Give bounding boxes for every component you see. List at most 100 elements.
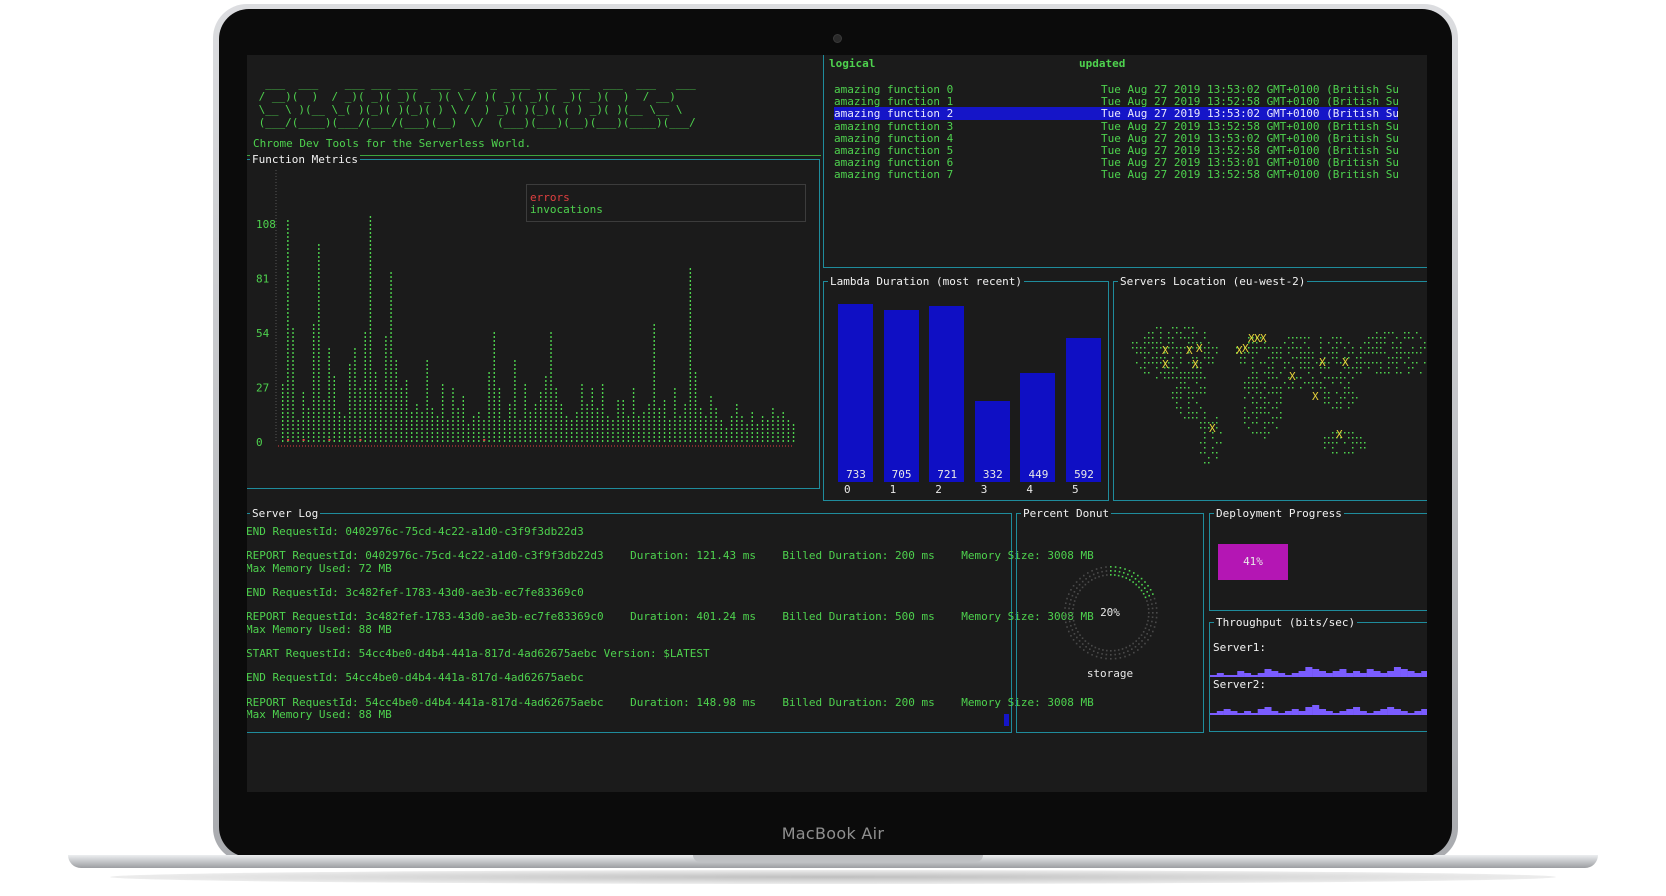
donut-empty-dot (1154, 621, 1157, 624)
invocation-column (519, 420, 521, 442)
duration-bar-category: 0 (844, 483, 851, 496)
lambda-function-row[interactable]: amazing function 7 Tue Aug 27 2019 13:52:… (834, 168, 1398, 181)
donut-empty-dot (1073, 591, 1076, 593)
invocation-column (550, 332, 552, 442)
lambda-duration-panel: Lambda Duration (most recent) 733 0 705 1 72… (823, 275, 1109, 501)
invocation-column (674, 388, 676, 442)
percent-donut-chart (1064, 566, 1158, 660)
donut-empty-dot (1077, 593, 1079, 595)
donut-filled-dot (1148, 594, 1150, 597)
donut-empty-dot (1065, 602, 1067, 605)
donut-filled-dot (1110, 574, 1112, 576)
invocation-column (488, 372, 490, 442)
donut-filled-dot (1129, 579, 1131, 581)
log-line: Max Memory Used: 88 MB (247, 707, 392, 721)
donut-empty-dot (1113, 649, 1116, 652)
donut-empty-dot (1067, 630, 1070, 633)
error-point (328, 438, 331, 441)
duration-bar-value: 449 (1028, 468, 1049, 481)
donut-empty-dot (1146, 600, 1148, 602)
invocation-column (761, 416, 764, 442)
throughput-bar (1353, 671, 1361, 677)
lambda-function-row[interactable]: amazing function 1 Tue Aug 27 2019 13:52:… (834, 95, 1398, 108)
donut-empty-dot (1143, 636, 1146, 639)
server-marker: X (1186, 344, 1193, 357)
lambda-function-row[interactable]: amazing function 4 Tue Aug 27 2019 13:53:… (834, 132, 1398, 145)
lambda-function-row[interactable]: amazing function 6 Tue Aug 27 2019 13:53:… (834, 156, 1398, 169)
donut-empty-dot (1097, 572, 1099, 574)
throughput-bar (1244, 711, 1252, 715)
donut-empty-dot (1070, 599, 1072, 601)
donut-empty-dot (1078, 640, 1081, 642)
donut-empty-dot (1133, 651, 1135, 654)
donut-empty-dot (1095, 655, 1098, 658)
function-name: amazing function 6 (834, 156, 954, 170)
donut-empty-dot (1067, 593, 1070, 595)
lambda-function-row[interactable]: amazing function 3 Tue Aug 27 2019 13:52:… (834, 120, 1398, 133)
throughput-bar (1400, 669, 1408, 677)
log-output[interactable]: END RequestId: 0402976c-75cd-4c22-a1d0-c… (247, 525, 1094, 721)
invocation-column (318, 244, 320, 442)
invocation-column (663, 400, 666, 442)
duration-bar (1020, 372, 1056, 482)
donut-empty-dot (1117, 649, 1120, 651)
donut-empty-dot (1075, 642, 1078, 645)
throughput-bar (1278, 673, 1286, 677)
donut-filled-dot (1131, 575, 1133, 578)
donut-filled-dot (1125, 577, 1128, 579)
log-scrollbar[interactable] (1004, 714, 1009, 726)
invocation-column (405, 380, 408, 442)
log-line: REPORT RequestId: 54cc4be0-d4b4-441a-817… (247, 695, 1094, 709)
invocation-column (772, 408, 774, 442)
throughput-bar (1387, 707, 1395, 715)
donut-empty-dot (1081, 580, 1084, 583)
invocation-column (416, 404, 418, 442)
invocation-column (349, 364, 351, 442)
donut-empty-dot (1124, 655, 1126, 658)
throughput-bar (1264, 669, 1272, 677)
invocation-column (627, 416, 630, 442)
donut-empty-dot (1081, 643, 1084, 645)
invocation-column (292, 328, 294, 442)
donut-filled-dot (1133, 572, 1135, 574)
panel-title: Server Log (250, 507, 321, 520)
invocation-column (323, 400, 325, 442)
donut-empty-dot (1128, 654, 1131, 656)
donut-empty-dot (1149, 624, 1152, 627)
column-updated[interactable]: updated (1079, 57, 1125, 70)
throughput-bar (1366, 713, 1374, 715)
function-updated: Tue Aug 27 2019 13:52:58 GMT+0100 (Briti… (1101, 168, 1398, 182)
throughput-bar (1414, 711, 1422, 715)
lambda-function-row[interactable]: amazing function 0 Tue Aug 27 2019 13:53:… (834, 83, 1398, 96)
invocation-column (736, 404, 738, 442)
donut-empty-dot (1073, 600, 1076, 602)
lambda-function-row[interactable]: amazing function 2 Tue Aug 27 2019 13:53:… (834, 107, 1398, 121)
donut-empty-dot (1100, 567, 1103, 569)
donut-filled-dot (1140, 577, 1143, 580)
donut-empty-dot (1070, 635, 1072, 637)
server-marker: X (1289, 370, 1296, 383)
donut-empty-dot (1066, 597, 1068, 600)
ascii-logo-line: / __)( ) / _)( _)( _)( _ )( \ / )( _)( _… (252, 90, 676, 103)
donut-filled-dot (1142, 593, 1145, 595)
invocation-column (746, 424, 748, 442)
invocation-column (570, 420, 573, 442)
throughput-bar (1373, 671, 1381, 677)
donut-empty-dot (1071, 594, 1074, 597)
donut-filled-dot (1132, 581, 1134, 583)
throughput-bar (1271, 711, 1279, 715)
lambda-function-row[interactable]: amazing function 5 Tue Aug 27 2019 13:52:… (834, 144, 1398, 157)
function-name: amazing function 5 (834, 144, 954, 157)
throughput-bar (1407, 671, 1415, 677)
donut-filled-dot (1137, 574, 1139, 577)
invocation-column (622, 400, 624, 442)
throughput-bar (1380, 709, 1388, 715)
donut-empty-dot (1073, 633, 1076, 635)
column-logical[interactable]: logical (829, 57, 875, 70)
donut-empty-dot (1087, 581, 1090, 583)
donut-empty-dot (1114, 653, 1116, 656)
duration-bar-category: 4 (1026, 483, 1034, 496)
throughput-bar (1366, 669, 1374, 677)
donut-empty-dot (1091, 644, 1093, 647)
donut-empty-dot (1087, 572, 1089, 574)
